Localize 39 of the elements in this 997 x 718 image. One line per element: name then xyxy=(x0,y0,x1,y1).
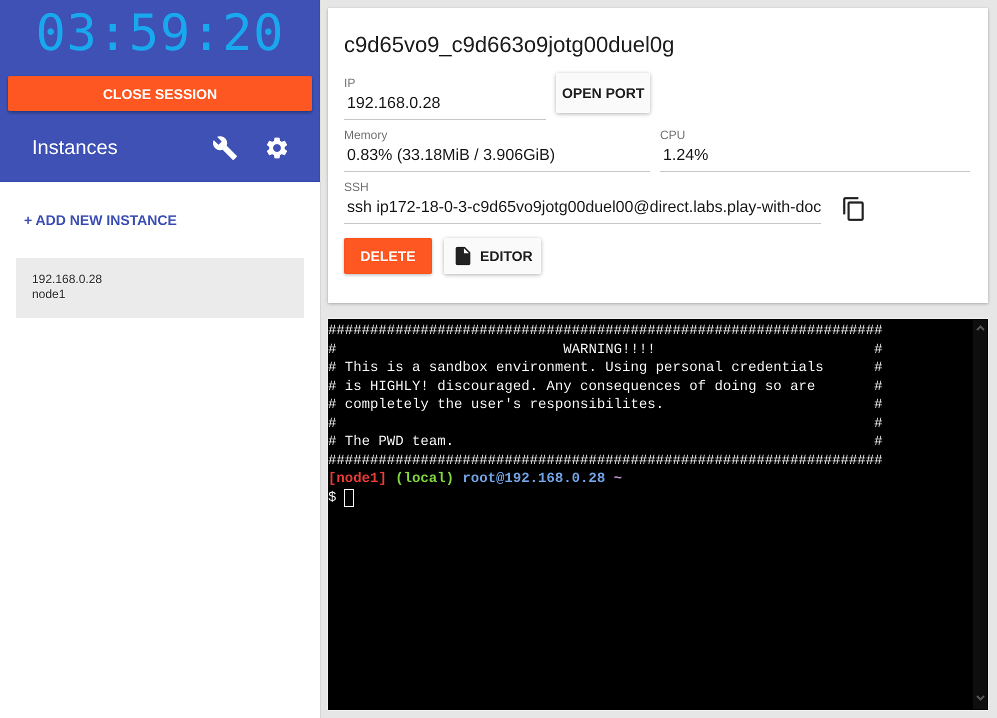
prompt-text: [node1] xyxy=(328,470,387,488)
terminal-line: # This is a sandbox environment. Using personal credentials # xyxy=(328,359,882,378)
terminal-line: # is HIGHLY! discouraged. Any consequences of doing so are # xyxy=(328,378,882,396)
field-value: 0.83% (33.18MiB / 3.906GiB) xyxy=(346,146,556,166)
terminal[interactable] xyxy=(328,319,988,710)
add-instance-button[interactable]: + ADD NEW INSTANCE xyxy=(24,212,177,228)
instance-item[interactable]: 192.168.0.28 node1 xyxy=(16,258,304,318)
field-label: SSH xyxy=(344,180,370,194)
memory-field[interactable]: Memory 0.83% (33.18MiB / 3.906GiB) xyxy=(344,128,650,172)
prompt-text: ~ xyxy=(614,470,622,488)
instance-title: c9d65vo9_c9d663o9jotg00duel0g xyxy=(344,32,676,58)
wrench-icon[interactable] xyxy=(212,135,238,161)
prompt-text: root@192.168.0.28 xyxy=(462,470,606,488)
instance-name: node1 xyxy=(32,287,66,302)
terminal-line: # # xyxy=(328,414,882,433)
cpu-field[interactable]: CPU 1.24% xyxy=(660,128,970,172)
instances-title: Instances xyxy=(32,136,119,160)
terminal-line: ################################################################## xyxy=(328,322,882,340)
prompt-text: (local) xyxy=(395,470,454,488)
terminal-line: # The PWD team. # xyxy=(328,433,882,452)
open-port-button[interactable]: OPEN PORT xyxy=(556,73,650,113)
terminal-line: # WARNING!!!! # xyxy=(328,340,882,359)
shell-prompt: $ xyxy=(328,488,336,507)
settings-icon[interactable] xyxy=(264,135,290,161)
field-value: 1.24% xyxy=(662,146,710,166)
field-value: 192.168.0.28 xyxy=(346,94,442,114)
ssh-field[interactable]: SSH ssh ip172-18-0-3-c9d65vo9jotg00duel00@direct.labs.play-with-doc xyxy=(344,180,822,224)
field-label: IP xyxy=(344,76,356,90)
field-label: CPU xyxy=(660,128,686,142)
editor-button[interactable]: EDITOR xyxy=(444,238,541,274)
instance-ip: 192.168.0.28 xyxy=(32,272,104,287)
field-value: ssh ip172-18-0-3-c9d65vo9jotg00duel00@direct.labs.play-with-doc xyxy=(346,198,822,218)
terminal-line: # completely the user's responsibilites. # xyxy=(328,396,882,414)
scrollbar[interactable] xyxy=(973,319,988,709)
terminal-line: ################################################################## xyxy=(328,452,882,470)
terminal-cursor xyxy=(344,488,354,507)
ip-field[interactable]: IP 192.168.0.28 xyxy=(344,76,546,120)
session-timer: 03:59:20 xyxy=(36,3,284,63)
field-label: Memory xyxy=(344,128,388,142)
